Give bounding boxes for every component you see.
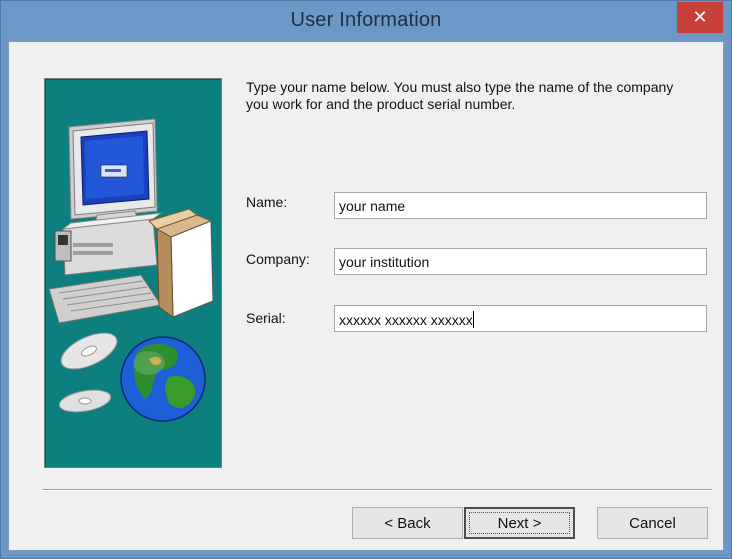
cancel-button[interactable]: Cancel xyxy=(597,507,708,539)
name-field-value: your name xyxy=(339,198,406,214)
company-field[interactable]: your institution xyxy=(334,248,707,275)
instructions-text: Type your name below. You must also type… xyxy=(246,79,674,112)
name-label: Name: xyxy=(246,194,288,210)
back-button[interactable]: < Back xyxy=(352,507,463,539)
close-icon: ✕ xyxy=(692,6,708,28)
computer-and-globe-illustration xyxy=(48,118,214,422)
close-button[interactable]: ✕ xyxy=(677,2,723,33)
serial-field-value: xxxxxx xxxxxx xxxxxx xyxy=(339,311,474,328)
focus-rectangle xyxy=(469,512,570,534)
button-separator xyxy=(42,489,712,491)
text-caret xyxy=(472,311,474,328)
serial-text: xxxxxx xxxxxx xxxxxx xyxy=(339,312,473,328)
window-title: User Information xyxy=(290,9,442,31)
title-bar[interactable]: User Information ✕ xyxy=(1,1,731,41)
next-button[interactable]: Next > xyxy=(464,507,575,539)
dialog-client-area: Type your name below. You must also type… xyxy=(8,41,724,551)
setup-illustration xyxy=(44,78,222,468)
company-label: Company: xyxy=(246,251,310,267)
dialog-window: User Information ✕ Type your name below.… xyxy=(0,0,732,559)
serial-label: Serial: xyxy=(246,310,286,326)
cancel-button-label: Cancel xyxy=(629,514,676,532)
serial-field[interactable]: xxxxxx xxxxxx xxxxxx xyxy=(334,305,707,332)
name-field[interactable]: your name xyxy=(334,192,707,219)
back-button-label: < Back xyxy=(384,514,431,532)
company-field-value: your institution xyxy=(339,254,430,270)
